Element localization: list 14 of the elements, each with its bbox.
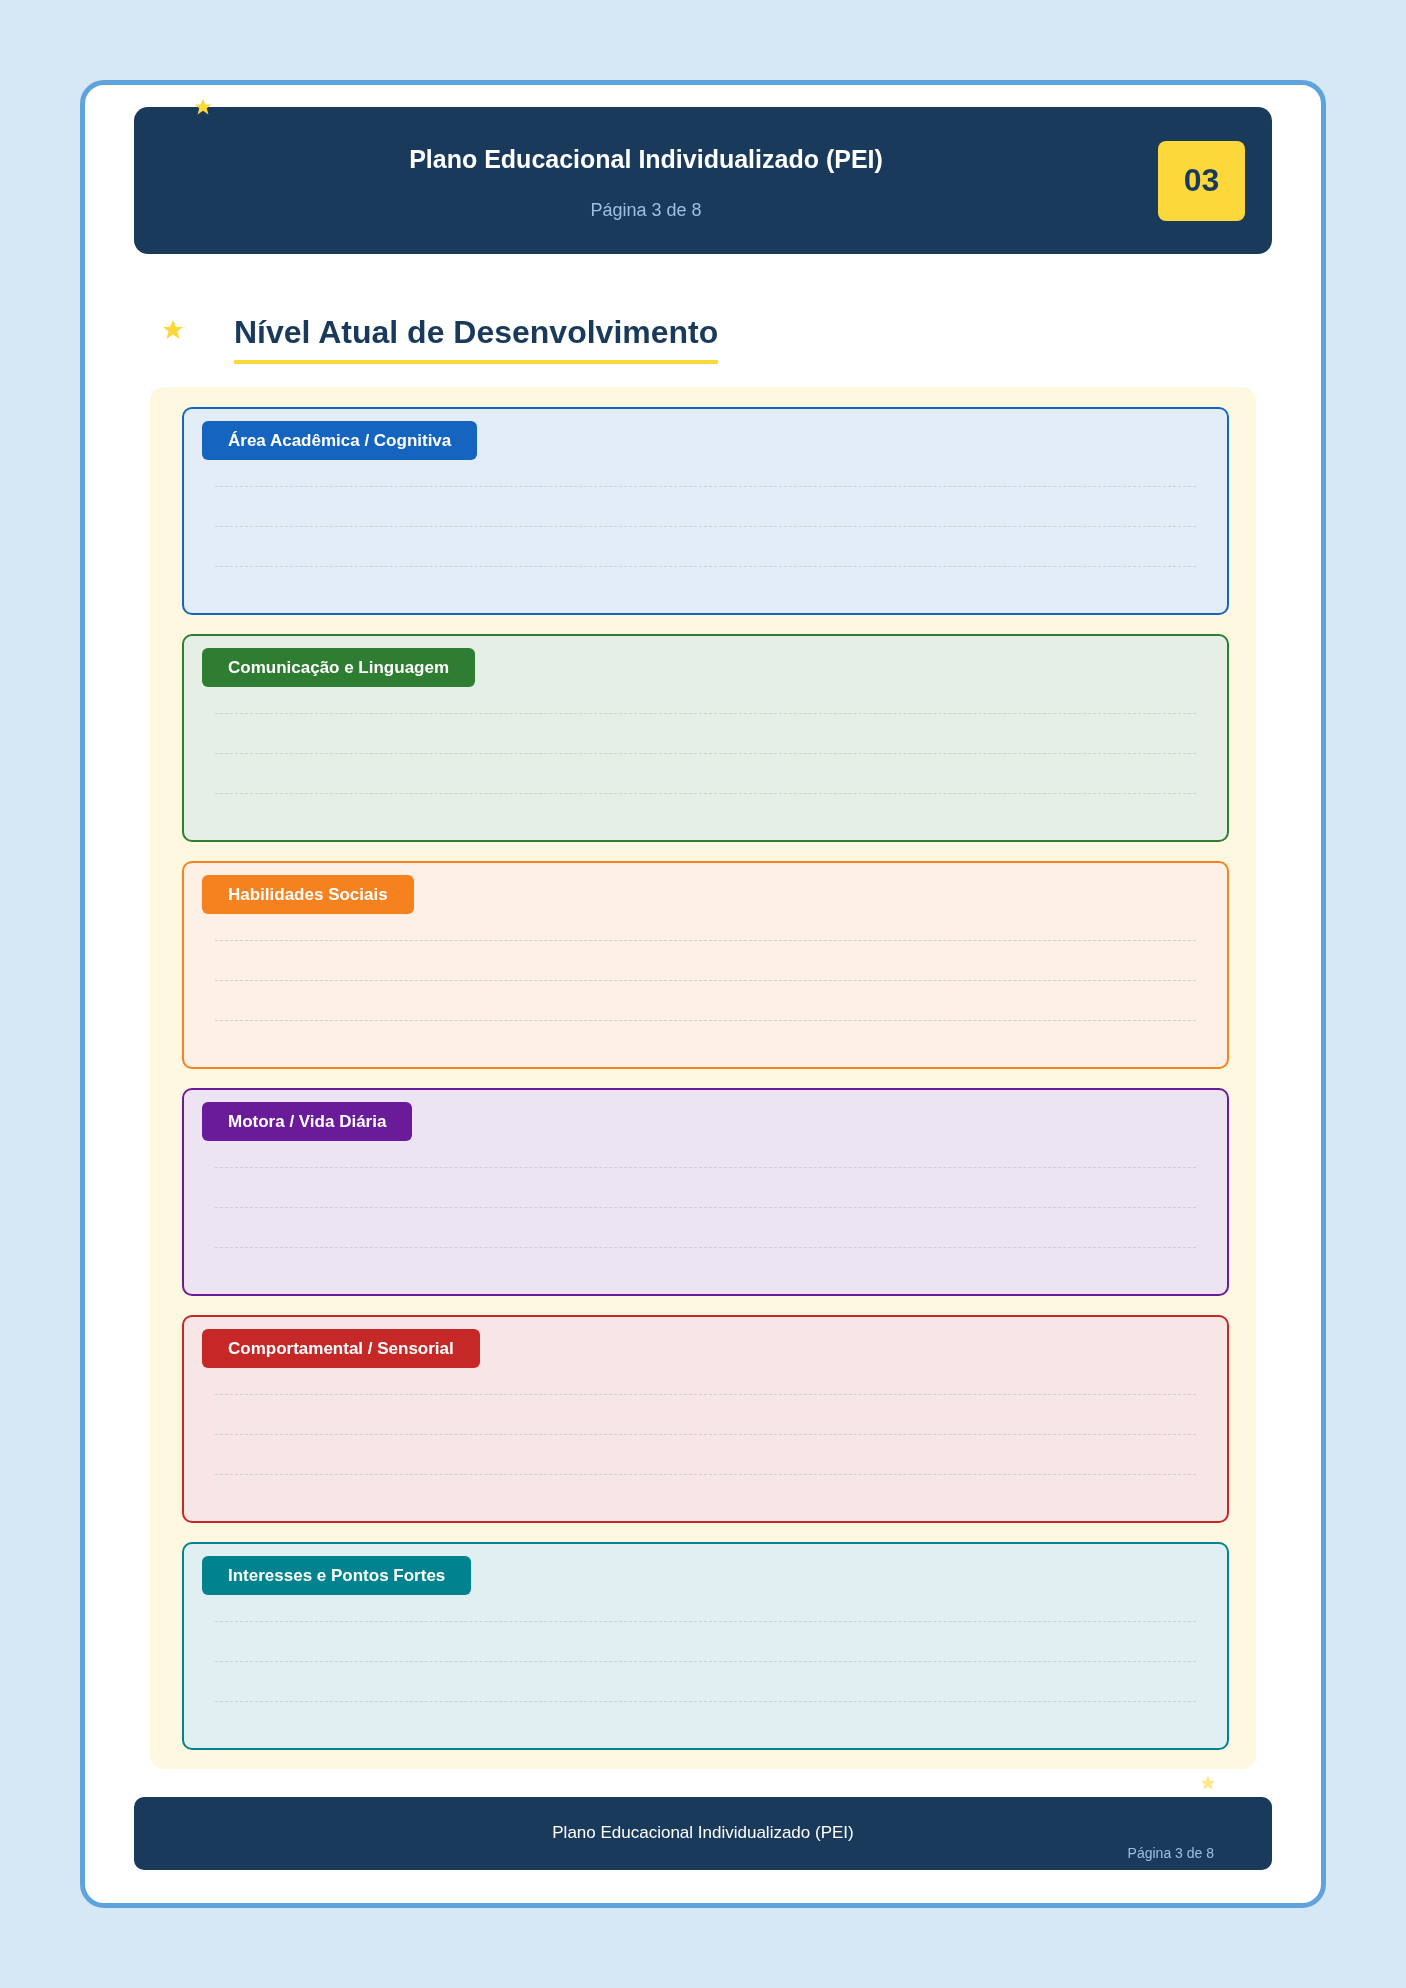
section-title: Nível Atual de Desenvolvimento xyxy=(234,314,719,364)
star-icon xyxy=(193,97,213,117)
area-label: Área Acadêmica / Cognitiva xyxy=(202,421,478,460)
footer-page-number: Página 3 de 8 xyxy=(1127,1845,1214,1861)
document-title: Plano Educacional Individualizado (PEI) xyxy=(409,144,883,174)
area-label: Habilidades Sociais xyxy=(202,875,414,914)
footer-title: Plano Educacional Individualizado (PEI) xyxy=(552,1822,854,1843)
area-label: Comunicação e Linguagem xyxy=(202,648,476,687)
page-number-badge: 03 xyxy=(1158,140,1245,221)
area-label: Motora / Vida Diária xyxy=(202,1102,413,1141)
area-label: Comportamental / Sensorial xyxy=(202,1329,480,1368)
area-label: Interesses e Pontos Fortes xyxy=(202,1556,472,1595)
star-icon xyxy=(1199,1774,1217,1792)
page-indicator: Página 3 de 8 xyxy=(590,199,702,221)
